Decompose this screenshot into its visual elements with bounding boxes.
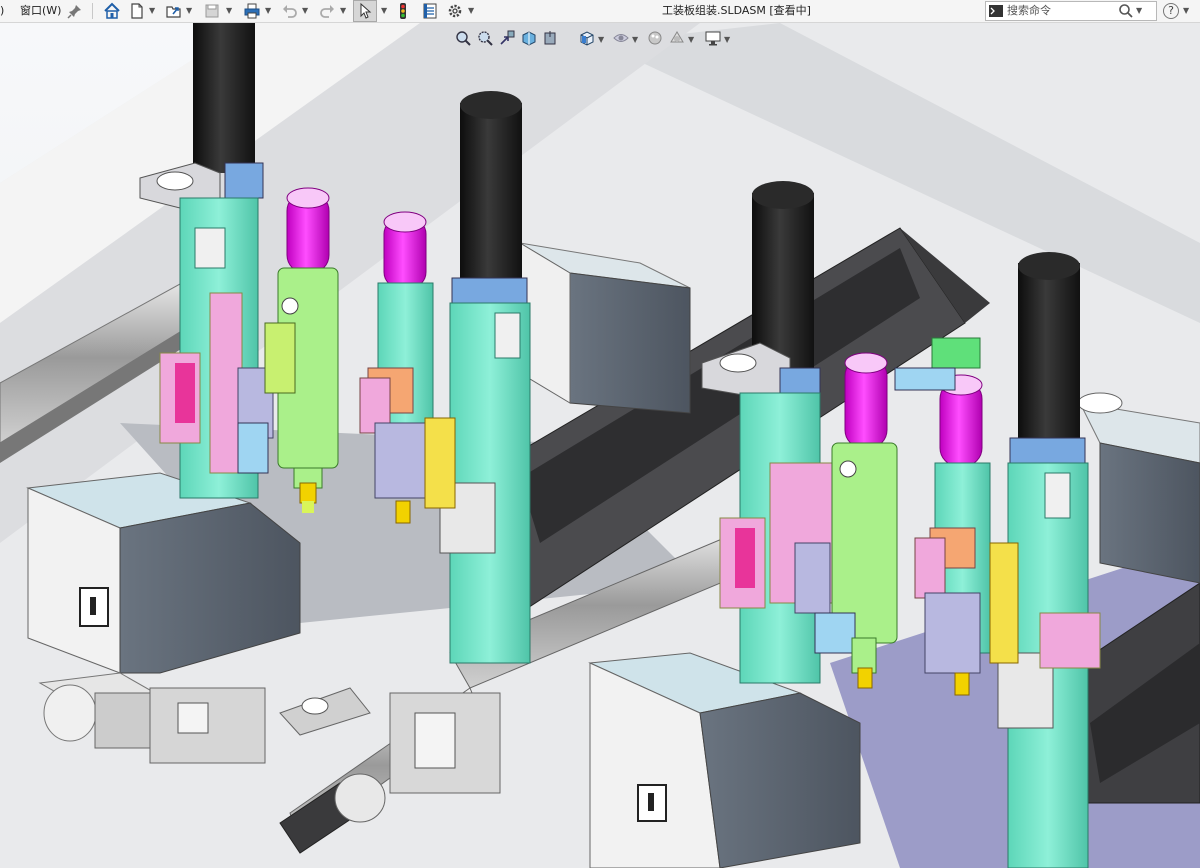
motor-bracket-4-hole — [719, 353, 757, 373]
previous-view-icon[interactable] — [498, 29, 516, 47]
magenta-cylinder-1-top — [286, 187, 330, 209]
new-document-icon[interactable] — [128, 2, 146, 20]
undo-icon[interactable] — [281, 2, 299, 20]
display-style-icon[interactable] — [612, 29, 630, 47]
front-left-frame-window — [177, 702, 209, 734]
toolbar-separator — [92, 3, 93, 19]
dynamic-annotation-icon[interactable] — [542, 29, 560, 47]
save-dropdown-icon[interactable]: ▼ — [226, 0, 232, 22]
pink-plate-1-mark — [175, 363, 195, 423]
blue-block-1 — [237, 422, 269, 474]
spindle-port-1 — [281, 297, 299, 315]
assembly-model[interactable] — [0, 23, 1200, 868]
spindle-side-1 — [264, 322, 296, 394]
view-settings-icon[interactable] — [704, 29, 722, 47]
linear-module-3-window — [494, 312, 521, 359]
menu-fragment[interactable]: ) — [0, 0, 4, 22]
undo-dropdown-icon[interactable]: ▼ — [302, 0, 308, 22]
help-dropdown-icon[interactable]: ▼ — [1183, 0, 1189, 22]
front-left-motor — [94, 692, 156, 749]
nozzle-2 — [395, 500, 411, 524]
servo-motor-3 — [460, 103, 522, 283]
right-housing-hole — [1077, 392, 1123, 414]
search-input[interactable]: 搜索命令 — [1007, 2, 1051, 20]
search-box[interactable]: 搜索命令 ▼ — [985, 1, 1157, 21]
traffic-light-icon[interactable] — [394, 2, 412, 20]
zoom-to-fit-icon[interactable] — [454, 29, 472, 47]
right-front-housing-side — [699, 692, 861, 868]
nozzle-1 — [299, 482, 317, 504]
blue-connector — [894, 367, 956, 391]
right-front-housing-label-mark — [648, 793, 654, 811]
lavender-block-6 — [924, 592, 981, 674]
green-connector — [931, 337, 981, 369]
servo-motor-7-top — [1018, 252, 1080, 280]
redo-dropdown-icon[interactable]: ▼ — [340, 0, 346, 22]
view-orientation-icon[interactable] — [578, 29, 596, 47]
front-left-cylinder — [43, 684, 97, 742]
pin-icon[interactable] — [66, 2, 84, 20]
search-icon[interactable] — [1117, 2, 1133, 18]
magenta-cylinder-2-top — [383, 211, 427, 233]
options-dropdown-icon[interactable]: ▼ — [468, 0, 474, 22]
search-dropdown-icon[interactable]: ▼ — [1136, 0, 1142, 22]
zoom-to-area-icon[interactable] — [476, 29, 494, 47]
center-rail-frame-window — [414, 712, 456, 769]
display-style-dropdown-icon[interactable]: ▼ — [632, 29, 638, 51]
nozzle-6 — [954, 672, 970, 696]
open-folder-icon[interactable] — [165, 2, 183, 20]
pink-slider-1 — [209, 292, 243, 474]
yellow-plate-3 — [424, 417, 456, 509]
nozzle-5 — [857, 667, 873, 689]
servo-motor-4-top — [752, 181, 814, 209]
yellow-plate-7 — [989, 542, 1019, 664]
blue-block-5 — [814, 612, 856, 654]
home-icon[interactable] — [103, 2, 121, 20]
edit-appearance-icon[interactable] — [646, 29, 664, 47]
motor-bracket-1-hole — [156, 171, 194, 191]
servo-motor-1 — [193, 23, 255, 173]
magenta-cylinder-5-top — [844, 352, 888, 374]
left-housing-label-mark — [90, 597, 96, 615]
window-menu[interactable]: 窗口(W) — [20, 0, 61, 22]
redo-icon[interactable] — [318, 2, 336, 20]
apply-scene-icon[interactable] — [668, 29, 686, 47]
new-dropdown-icon[interactable]: ▼ — [149, 0, 155, 22]
pink-slider-7 — [1039, 612, 1101, 669]
spindle-port-5 — [839, 460, 857, 478]
servo-motor-7 — [1018, 263, 1080, 443]
graphics-area[interactable]: ▼ ▼ ▼ ▼ — [0, 23, 1200, 868]
center-rail-end-cylinder — [334, 773, 386, 823]
open-dropdown-icon[interactable]: ▼ — [186, 0, 192, 22]
save-icon[interactable] — [203, 2, 221, 20]
coupler-1 — [224, 162, 264, 199]
file-properties-icon[interactable] — [421, 2, 439, 20]
nozzle-1-tip — [302, 501, 314, 513]
apply-scene-dropdown-icon[interactable]: ▼ — [688, 29, 694, 51]
lavender-block-2 — [374, 422, 426, 499]
view-settings-dropdown-icon[interactable]: ▼ — [724, 29, 730, 51]
right-housing-side — [1099, 442, 1200, 584]
select-dropdown-icon[interactable]: ▼ — [381, 0, 387, 22]
linear-module-1-window — [194, 227, 226, 269]
help-icon[interactable]: ? — [1163, 3, 1179, 19]
select-arrow-icon[interactable] — [353, 0, 377, 22]
view-orientation-dropdown-icon[interactable]: ▼ — [598, 29, 604, 51]
command-prompt-icon — [987, 2, 1003, 18]
gear-icon[interactable] — [446, 2, 464, 20]
linear-module-7-window — [1044, 472, 1071, 519]
lavender-block-4 — [794, 542, 831, 614]
servo-motor-3-top — [460, 91, 522, 119]
pink-block-6 — [914, 537, 946, 599]
print-dropdown-icon[interactable]: ▼ — [265, 0, 271, 22]
mid-housing-side — [569, 272, 691, 414]
document-title: 工装板组装.SLDASM [查看中] — [662, 4, 811, 17]
pink-plate-4-mark — [735, 528, 755, 588]
title-bar: ) 窗口(W) ▼ ▼ ▼ ▼ ▼ ▼ ▼ ▼ 工装板组装.SLDASM [查看… — [0, 0, 1200, 23]
front-bracket-hole — [301, 697, 329, 715]
section-view-icon[interactable] — [520, 29, 538, 47]
print-icon[interactable] — [243, 2, 261, 20]
